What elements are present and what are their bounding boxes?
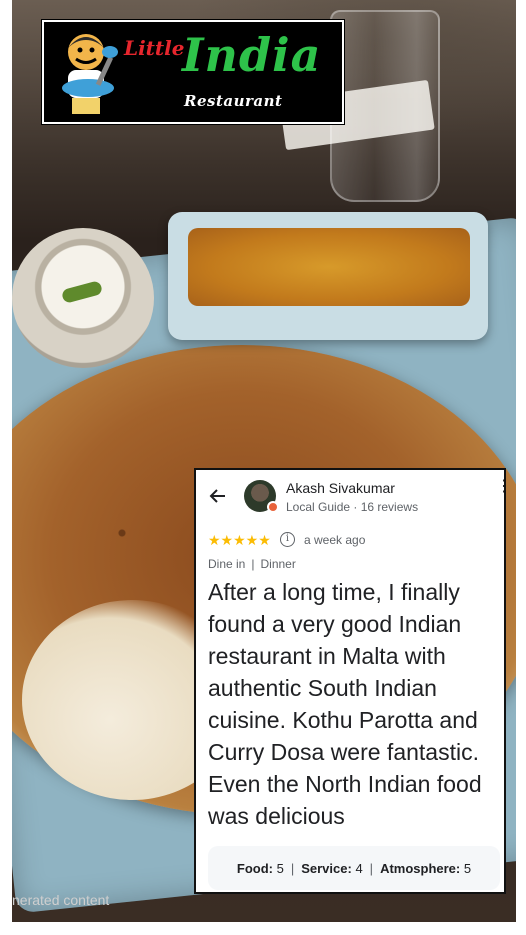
logo-little-text: Little: [124, 36, 185, 60]
reviewer-name[interactable]: Akash Sivakumar: [286, 480, 395, 496]
sub-ratings: Food: 5 | Service: 4 | Atmosphere: 5: [208, 846, 500, 890]
sambar: [188, 228, 470, 306]
logo-india-text: India: [182, 28, 322, 82]
generated-content-label: nerated content: [12, 892, 110, 908]
review-card: Akash Sivakumar Local Guide · 16 reviews…: [194, 468, 506, 894]
service-rating-value: 4: [355, 860, 363, 876]
rating-separator: |: [369, 860, 374, 876]
reviewer-meta: Local Guide · 16 reviews: [286, 500, 419, 514]
restaurant-logo: Little India Restaurant: [41, 19, 345, 125]
review-tags: Dine in | Dinner: [208, 557, 296, 571]
tag-dine-in: Dine in: [208, 557, 246, 571]
tag-dinner: Dinner: [260, 557, 296, 571]
local-guide-badge-icon: [267, 501, 279, 513]
more-options-icon[interactable]: ⋮: [496, 479, 504, 495]
star-rating: ★★★★★: [208, 532, 271, 548]
logo-restaurant-text: Restaurant: [184, 92, 283, 110]
water-glass: [330, 10, 440, 202]
review-text: After a long time, I finally found a ver…: [208, 579, 482, 829]
info-icon[interactable]: i: [280, 532, 295, 547]
back-arrow-icon[interactable]: [208, 486, 230, 508]
service-rating-label: Service:: [301, 860, 352, 876]
atmosphere-rating-label: Atmosphere:: [380, 860, 461, 876]
food-rating-value: 5: [276, 860, 284, 876]
chef-mascot-icon: [62, 34, 118, 114]
review-time: a week ago: [304, 533, 366, 547]
tag-separator: |: [251, 557, 255, 571]
rating-separator: |: [290, 860, 295, 876]
atmosphere-rating-value: 5: [463, 860, 472, 876]
food-rating-label: Food:: [236, 860, 273, 876]
